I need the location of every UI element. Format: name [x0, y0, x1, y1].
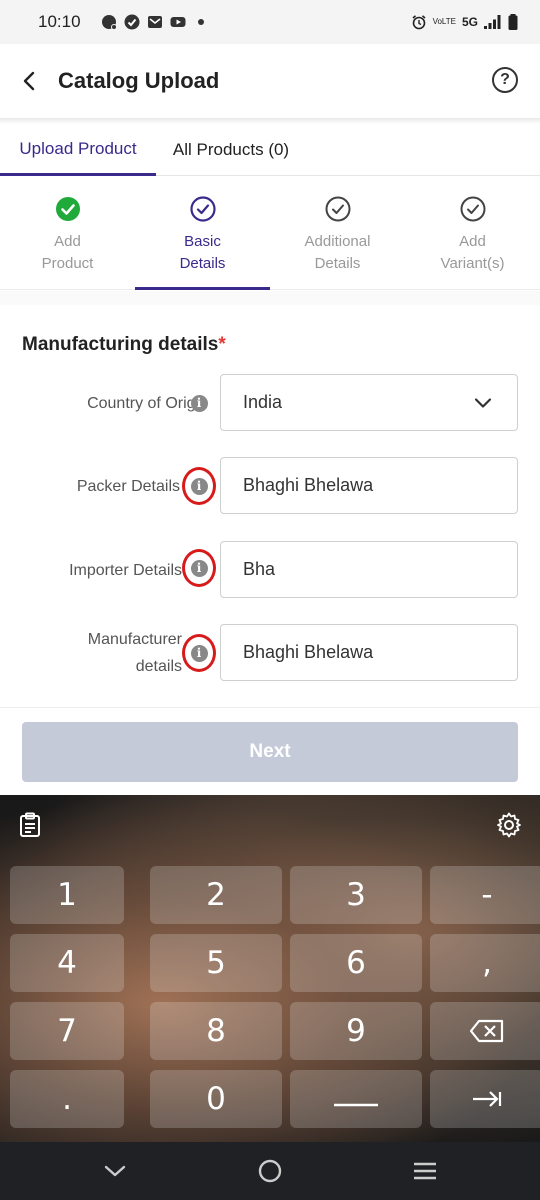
key-minus[interactable]: -	[430, 866, 540, 924]
country-of-origin-dropdown[interactable]: India	[220, 374, 518, 431]
nav-back-chevron-icon[interactable]	[100, 1156, 130, 1186]
packer-details-row: Packer Details i Bhaghi Bhelawa	[0, 457, 540, 515]
help-icon: ?	[500, 71, 510, 88]
step-additional-details[interactable]: Additional Details	[270, 177, 405, 290]
checkmark-notification-icon	[124, 14, 140, 30]
step-label-line1: Add	[54, 233, 81, 250]
step-pending-check-icon	[460, 196, 485, 222]
step-pending-check-icon	[325, 196, 350, 222]
country-of-origin-info[interactable]: i	[182, 384, 216, 422]
back-arrow-icon	[23, 71, 35, 91]
country-of-origin-value: India	[243, 392, 283, 412]
section-gap	[0, 291, 540, 305]
back-button[interactable]	[2, 44, 58, 118]
manufacturer-label-line1: Manufacturer	[87, 631, 182, 648]
packer-details-field[interactable]: Bhaghi Bhelawa	[220, 457, 518, 514]
step-label-line1: Add	[459, 233, 486, 250]
status-time: 10:10	[38, 12, 81, 31]
red-highlight-circle	[182, 634, 216, 672]
key-period[interactable]: .	[10, 1070, 124, 1128]
step-add-product[interactable]: Add Product	[0, 177, 135, 290]
red-highlight-circle	[182, 467, 216, 505]
more-notifications-dot-icon	[197, 19, 204, 25]
next-button[interactable]: Next	[22, 722, 518, 782]
packer-details-info[interactable]: i	[182, 467, 216, 505]
network-type: 5G	[461, 15, 478, 29]
alarm-icon	[412, 15, 426, 30]
nav-recents-icon[interactable]	[410, 1156, 440, 1186]
step-label-line2: Details	[179, 255, 226, 272]
step-label-line2: Variant(s)	[440, 255, 505, 272]
battery-icon	[508, 14, 518, 30]
key-1[interactable]: 1	[10, 866, 124, 924]
key-3[interactable]: 3	[290, 866, 422, 924]
importer-details-info[interactable]: i	[182, 549, 216, 587]
key-comma[interactable]: ,	[430, 934, 540, 992]
settings-gear-icon[interactable]	[495, 811, 523, 839]
manufacturer-details-info[interactable]: i	[182, 634, 216, 672]
key-0[interactable]: 0	[150, 1070, 282, 1128]
step-label-line1: Additional	[304, 233, 371, 250]
tab-bar: Upload Product All Products (0)	[0, 124, 540, 176]
manufacturer-details-field[interactable]: Bhaghi Bhelawa	[220, 624, 518, 681]
page-title: Catalog Upload	[58, 68, 220, 93]
numeric-keyboard: 1 2 3 - 4 5 6 , 7 8 9 . 0	[0, 795, 540, 1142]
importer-details-row: Importer Details i Bha	[0, 541, 540, 599]
key-9[interactable]: 9	[290, 1002, 422, 1060]
manufacturer-label-line2: details	[135, 658, 182, 675]
importer-details-label: Importer Details	[69, 561, 182, 579]
section-title: Manufacturing details*	[22, 334, 226, 355]
nav-home-icon[interactable]	[255, 1156, 285, 1186]
step-label-line2: Details	[314, 255, 361, 272]
importer-details-field[interactable]: Bha	[220, 541, 518, 598]
chevron-down-icon	[474, 398, 492, 408]
step-label-line2: Product	[41, 255, 94, 272]
divider	[0, 707, 540, 708]
key-6[interactable]: 6	[290, 934, 422, 992]
chat-notification-icon	[101, 15, 117, 30]
key-5[interactable]: 5	[150, 934, 282, 992]
help-button[interactable]: ?	[492, 67, 518, 93]
mail-notification-icon	[147, 16, 162, 28]
backspace-icon	[469, 1019, 504, 1043]
app-bar: Catalog Upload ?	[0, 44, 540, 118]
tab-all-products[interactable]: All Products (0)	[156, 124, 306, 176]
key-8[interactable]: 8	[150, 1002, 282, 1060]
signal-strength-icon	[484, 15, 501, 29]
clipboard-icon[interactable]	[16, 811, 44, 839]
status-bar: 10:10 VoLTE 5G	[0, 0, 540, 44]
step-add-variants[interactable]: Add Variant(s)	[405, 177, 540, 290]
key-4[interactable]: 4	[10, 934, 124, 992]
info-icon: i	[190, 394, 208, 412]
volte-label: VoLTE	[432, 17, 456, 26]
manufacturer-details-label: Manufacturer details	[88, 624, 182, 682]
space-bar-icon	[334, 1103, 378, 1107]
tab-upload-product[interactable]: Upload Product	[0, 124, 156, 176]
step-basic-details[interactable]: Basic Details	[135, 177, 270, 290]
step-completed-check-icon	[55, 197, 80, 221]
manufacturer-details-row: Manufacturer details i Bhaghi Bhelawa	[0, 624, 540, 682]
red-highlight-circle	[182, 549, 216, 587]
system-nav-bar	[0, 1142, 540, 1200]
country-of-origin-row: Country of Origin i India	[0, 374, 540, 432]
key-7[interactable]: 7	[10, 1002, 124, 1060]
step-active-check-icon	[189, 196, 216, 222]
key-backspace[interactable]	[430, 1002, 540, 1060]
key-space[interactable]	[290, 1070, 422, 1128]
tab-next-icon	[473, 1091, 502, 1107]
key-2[interactable]: 2	[150, 866, 282, 924]
youtube-notification-icon	[170, 17, 186, 27]
step-label-line1: Basic	[184, 233, 221, 250]
key-next-field[interactable]	[430, 1070, 540, 1128]
progress-stepper: Add Product Basic Details Additional Det…	[0, 177, 540, 290]
required-asterisk: *	[218, 334, 226, 355]
packer-details-label: Packer Details	[76, 477, 180, 495]
